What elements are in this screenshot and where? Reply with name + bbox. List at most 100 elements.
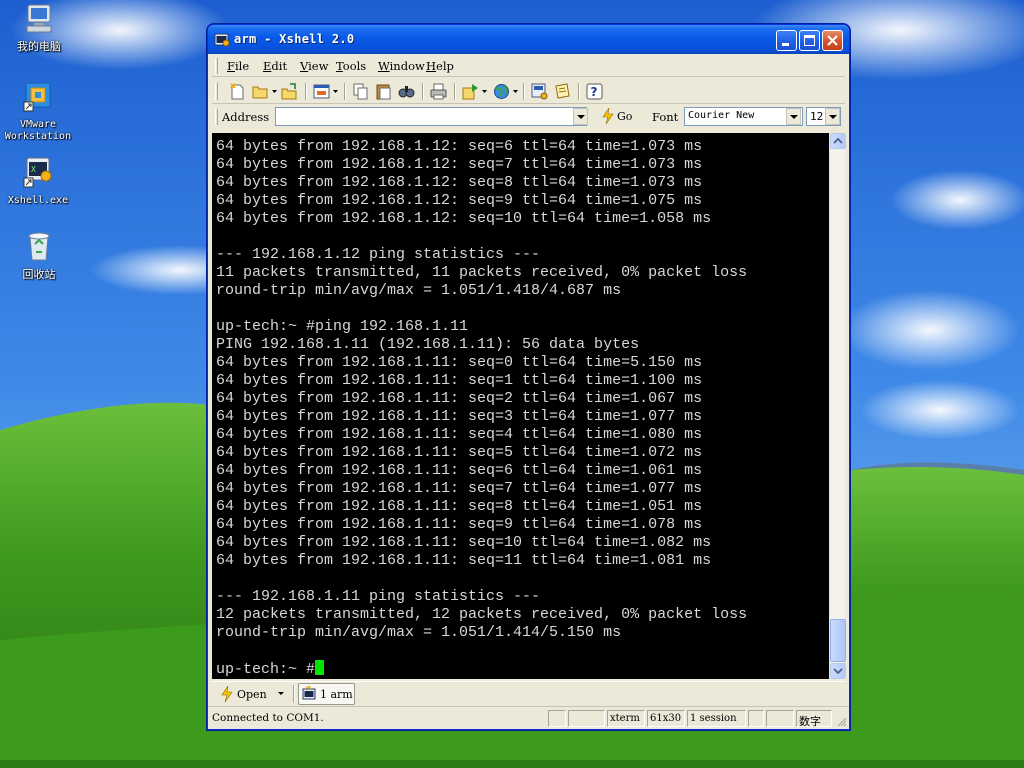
status-pane-empty	[766, 710, 794, 727]
desktop-icon-xshell[interactable]: X Xshell.exe	[1, 156, 75, 207]
xshell-app-icon[interactable]	[214, 32, 230, 48]
terminal-line: 64 bytes from 192.168.1.11: seq=11 ttl=6…	[216, 552, 712, 569]
minimize-button[interactable]	[776, 30, 797, 51]
session-tab-arm[interactable]: 1 arm	[298, 683, 355, 705]
address-input[interactable]	[275, 107, 587, 126]
desktop-icon-label: VMware Workstation	[4, 119, 72, 142]
resize-grip-icon[interactable]	[835, 715, 847, 727]
menu-window[interactable]: Window	[378, 59, 425, 73]
file-transfer-icon[interactable]	[461, 82, 480, 101]
terminal-type: xterm	[607, 710, 645, 727]
paste-icon[interactable]	[374, 82, 393, 101]
tab-separator	[293, 685, 295, 703]
open-folder-icon[interactable]	[251, 82, 270, 101]
desktop-icon-label: 我的电脑	[17, 40, 61, 53]
svg-text:X: X	[31, 165, 36, 174]
terminal-line: 64 bytes from 192.168.1.12: seq=7 ttl=64…	[216, 156, 703, 173]
terminal-line: 64 bytes from 192.168.1.11: seq=6 ttl=64…	[216, 462, 703, 479]
properties-dropdown-icon[interactable]	[333, 89, 338, 94]
reconnect-icon[interactable]	[280, 82, 299, 101]
session-count: 1 session	[687, 710, 746, 727]
scroll-down-button[interactable]	[830, 663, 846, 679]
font-dropdown-button[interactable]	[786, 108, 801, 125]
open-session-button[interactable]: Open	[218, 684, 288, 704]
toolbar-grip	[215, 83, 218, 100]
font-select[interactable]: Courier New	[684, 107, 803, 126]
terminal-line: 64 bytes from 192.168.1.12: seq=9 ttl=64…	[216, 192, 703, 209]
chevron-up-icon	[833, 137, 843, 144]
help-icon[interactable]: ?	[585, 82, 604, 101]
maximize-button[interactable]	[799, 30, 820, 51]
terminal-line: --- 192.168.1.12 ping statistics ---	[216, 246, 541, 263]
properties-icon[interactable]	[312, 82, 331, 101]
toolbar-separator	[344, 83, 346, 100]
desktop-icon-vmware[interactable]: VMware Workstation	[1, 80, 75, 143]
terminal-line: 64 bytes from 192.168.1.11: seq=7 ttl=64…	[216, 480, 703, 497]
print-icon[interactable]	[429, 82, 448, 101]
font-value: Courier New	[688, 110, 755, 121]
file-transfer-dropdown-icon[interactable]	[482, 89, 487, 94]
input-mode: 数字	[796, 710, 832, 728]
open-label: Open	[237, 688, 267, 701]
scroll-up-button[interactable]	[830, 133, 846, 149]
open-dropdown-icon[interactable]	[272, 89, 277, 94]
desktop-icon-my-computer[interactable]: 我的电脑	[2, 2, 76, 53]
menu-help[interactable]: Help	[426, 59, 454, 73]
find-icon[interactable]	[397, 82, 416, 101]
toolbar-separator	[578, 83, 580, 100]
menu-bar: File Edit View Tools Window Help	[212, 55, 845, 77]
chevron-down-icon	[833, 668, 843, 675]
terminal-scrollbar[interactable]	[829, 133, 846, 679]
status-pane-empty	[568, 710, 605, 727]
terminal-line: 64 bytes from 192.168.1.11: seq=4 ttl=64…	[216, 426, 703, 443]
my-computer-icon	[26, 4, 52, 33]
menu-edit[interactable]: Edit	[263, 59, 287, 73]
globe-dropdown-icon[interactable]	[513, 89, 518, 94]
close-icon	[827, 35, 838, 46]
key-manager-icon[interactable]	[530, 82, 549, 101]
desktop-icon-recycle-bin[interactable]: 回收站	[2, 230, 76, 281]
open-dropdown-icon[interactable]	[278, 692, 284, 695]
copy-icon[interactable]	[351, 82, 370, 101]
terminal-size: 61x30	[647, 710, 685, 727]
session-tab-label: 1 arm	[320, 688, 353, 701]
menu-tools[interactable]: Tools	[336, 59, 366, 73]
title-bar[interactable]: arm - Xshell 2.0	[208, 25, 849, 54]
terminal-line: 64 bytes from 192.168.1.12: seq=8 ttl=64…	[216, 174, 703, 191]
terminal-screen[interactable]: 64 bytes from 192.168.1.12: seq=6 ttl=64…	[212, 133, 829, 679]
desktop-icon-label: Xshell.exe	[7, 195, 69, 206]
script-icon[interactable]	[553, 82, 572, 101]
xshell-shortcut-icon: X	[23, 157, 52, 188]
terminal-line: 64 bytes from 192.168.1.11: seq=1 ttl=64…	[216, 372, 703, 389]
terminal-line: 12 packets transmitted, 12 packets recei…	[216, 606, 748, 623]
address-label: Address	[222, 110, 270, 124]
go-button[interactable]: Go	[599, 107, 639, 126]
terminal-line: 11 packets transmitted, 11 packets recei…	[216, 264, 748, 281]
status-pane-empty	[548, 710, 566, 727]
terminal-line: --- 192.168.1.11 ping statistics ---	[216, 588, 541, 605]
recycle-bin-icon	[28, 232, 50, 261]
terminal-line: 64 bytes from 192.168.1.11: seq=5 ttl=64…	[216, 444, 703, 461]
globe-icon[interactable]	[492, 82, 511, 101]
lightning-icon	[221, 686, 233, 702]
connection-status: Connected to COM1.	[212, 712, 324, 724]
font-size-select[interactable]: 12	[806, 107, 841, 126]
terminal-line: round-trip min/avg/max = 1.051/1.418/4.6…	[216, 282, 622, 299]
menu-file[interactable]: File	[227, 59, 249, 73]
minimize-icon	[782, 43, 789, 46]
terminal-line: 64 bytes from 192.168.1.12: seq=10 ttl=6…	[216, 210, 712, 227]
desktop-icon-label: 回收站	[22, 268, 56, 281]
address-dropdown-button[interactable]	[573, 108, 588, 125]
terminal-line: 64 bytes from 192.168.1.11: seq=3 ttl=64…	[216, 408, 703, 425]
go-label: Go	[617, 110, 633, 123]
terminal-line: 64 bytes from 192.168.1.11: seq=9 ttl=64…	[216, 516, 703, 533]
font-size-dropdown-button[interactable]	[825, 108, 840, 125]
scroll-thumb[interactable]	[830, 619, 846, 662]
terminal-prompt-line: up-tech:~ #	[216, 660, 747, 678]
menu-view[interactable]: View	[300, 59, 328, 73]
close-button[interactable]	[822, 30, 843, 51]
new-session-icon[interactable]	[228, 82, 247, 101]
